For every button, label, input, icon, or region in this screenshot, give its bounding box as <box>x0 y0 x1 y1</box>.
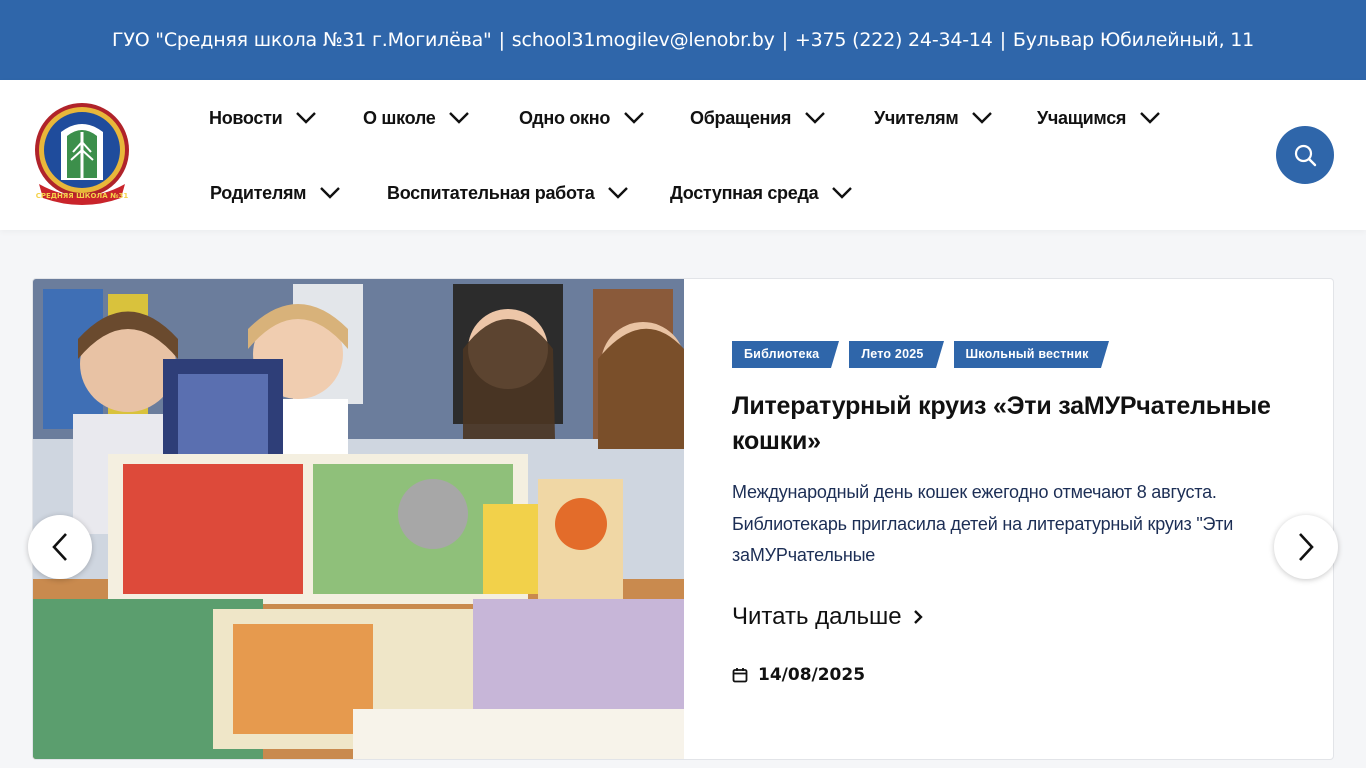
chevron-down-icon <box>296 112 317 124</box>
separator: | <box>999 29 1006 51</box>
featured-slider: Библиотека Лето 2025 Школьный вестник Ли… <box>32 278 1334 760</box>
nav-item-label: Обращения <box>690 107 792 128</box>
school-phone-link[interactable]: +375 (222) 24-34-14 <box>795 29 993 51</box>
slide-photo[interactable] <box>33 279 685 759</box>
school-logo[interactable]: СРЕДНЯЯ ШКОЛА №31 <box>31 102 133 208</box>
chevron-down-icon <box>972 112 993 124</box>
calendar-icon <box>732 668 748 683</box>
search-icon <box>1294 144 1317 167</box>
nav-item-label: Новости <box>209 107 283 128</box>
nav-item-teachers[interactable]: Учителям <box>874 107 993 128</box>
nav-item-one-window[interactable]: Одно окно <box>519 108 644 128</box>
school-email-link[interactable]: school31mogilev@lenobr.by <box>512 29 775 51</box>
nav-item-label: Одно окно <box>519 107 611 128</box>
chevron-left-icon <box>52 533 67 561</box>
nav-item-label: Доступная среда <box>670 182 819 203</box>
school-address: Бульвар Юбилейный, 11 <box>1012 29 1255 51</box>
chevron-right-icon <box>1299 533 1314 561</box>
school-name: ГУО "Средняя школа №31 г.Могилёва" <box>111 29 492 51</box>
chevron-down-icon <box>608 187 629 199</box>
slide-title[interactable]: Литературный круиз «Эти заМУРчательные к… <box>732 389 1292 459</box>
nav-item-label: Воспитательная работа <box>387 182 595 203</box>
logo-ribbon-text: СРЕДНЯЯ ШКОЛА №31 <box>36 192 129 200</box>
separator: | <box>781 29 788 51</box>
top-info-bar: ГУО "Средняя школа №31 г.Могилёва" | sch… <box>0 0 1366 80</box>
tag-summer-2025[interactable]: Лето 2025 <box>849 341 944 368</box>
slider-next-button[interactable] <box>1274 515 1338 579</box>
school-emblem: СРЕДНЯЯ ШКОЛА №31 <box>35 103 129 205</box>
chevron-down-icon <box>320 187 341 199</box>
tag-library[interactable]: Библиотека <box>732 341 840 368</box>
slider-prev-button[interactable] <box>28 515 92 579</box>
chevron-down-icon <box>624 112 644 124</box>
search-button[interactable] <box>1276 126 1334 184</box>
nav-item-about-school[interactable]: О школе <box>363 107 470 128</box>
tag-school-bulletin[interactable]: Школьный вестник <box>953 341 1109 368</box>
chevron-down-icon <box>1140 112 1160 124</box>
slide-excerpt: Международный день кошек ежегодно отмеча… <box>732 482 1234 565</box>
nav-item-students[interactable]: Учащимся <box>1037 108 1160 128</box>
slide-tags: Библиотека Лето 2025 Школьный вестник <box>732 341 1119 368</box>
nav-item-appeals[interactable]: Обращения <box>690 108 825 128</box>
read-more-label: Читать дальше <box>732 603 902 630</box>
nav-item-news[interactable]: Новости <box>209 107 317 128</box>
chevron-right-icon <box>913 610 923 624</box>
nav-item-parents[interactable]: Родителям <box>210 182 341 203</box>
separator: | <box>498 29 505 51</box>
chevron-down-icon <box>805 112 825 124</box>
site-header: СРЕДНЯЯ ШКОЛА №31 Новости О школе Одно о… <box>0 80 1366 230</box>
nav-item-label: Родителям <box>210 182 307 203</box>
chevron-down-icon <box>832 187 853 199</box>
slide-image <box>33 279 685 759</box>
nav-item-educational-work[interactable]: Воспитательная работа <box>387 182 629 203</box>
nav-item-label: Учителям <box>874 107 959 128</box>
post-date: 14/08/2025 <box>732 665 865 685</box>
post-date-text: 14/08/2025 <box>758 665 866 685</box>
chevron-down-icon <box>449 112 470 124</box>
nav-item-accessible-environment[interactable]: Доступная среда <box>670 182 853 203</box>
nav-item-label: О школе <box>363 107 436 128</box>
nav-item-label: Учащимся <box>1037 107 1127 128</box>
read-more-link[interactable]: Читать дальше <box>732 603 924 631</box>
